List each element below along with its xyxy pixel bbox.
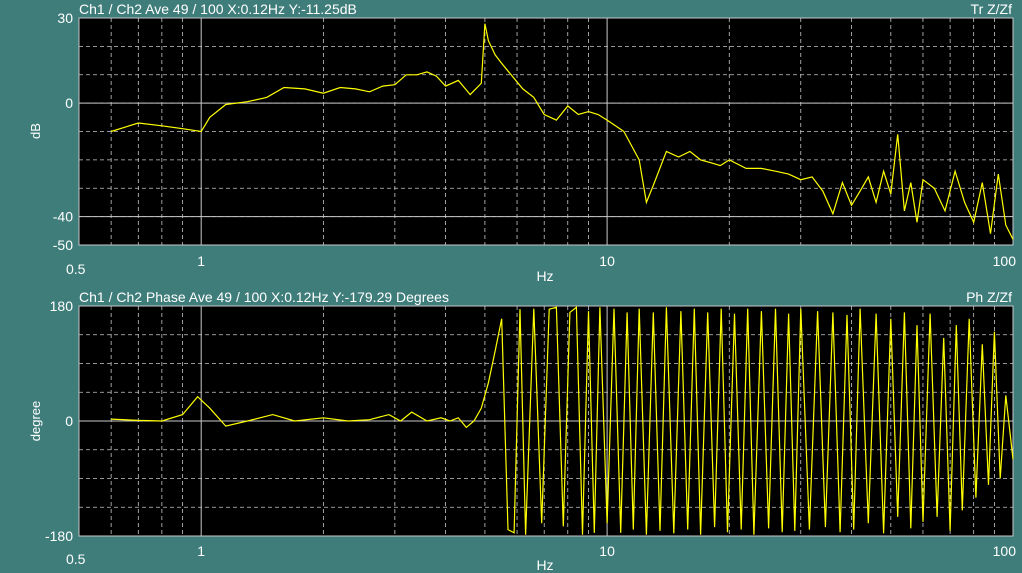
magnitude-panel: Ch1 / Ch2 Ave 49 / 100 X:0.12Hz Y:-11.25… xyxy=(28,1,1016,284)
x-tick-label: 100 xyxy=(993,253,1017,269)
x-tick-label: 1 xyxy=(197,543,205,559)
y-tick-label: 180 xyxy=(50,298,74,314)
phase-panel: Ch1 / Ch2 Phase Ave 49 / 100 X:0.12Hz Y:… xyxy=(28,289,1016,573)
phase-mode-label: Ph Z/Zf xyxy=(966,289,1012,305)
phase-y-ticks: 180 0 -180 xyxy=(45,298,73,544)
magnitude-x-axis-label: Hz xyxy=(536,268,553,284)
y-tick-label: -50 xyxy=(53,237,73,253)
x-tick-label: 0.5 xyxy=(66,261,86,277)
x-tick-label: 100 xyxy=(993,543,1017,559)
y-tick-label: -180 xyxy=(45,528,73,544)
phase-title: Ch1 / Ch2 Phase Ave 49 / 100 X:0.12Hz Y:… xyxy=(79,289,449,305)
y-tick-label: 30 xyxy=(57,10,73,26)
phase-y-axis-label: degree xyxy=(28,401,43,441)
frequency-response-display: Ch1 / Ch2 Ave 49 / 100 X:0.12Hz Y:-11.25… xyxy=(28,1,1016,573)
y-tick-label: 0 xyxy=(65,413,73,429)
x-tick-label: 1 xyxy=(197,253,205,269)
y-tick-label: 0 xyxy=(65,95,73,111)
magnitude-y-axis-label: dB xyxy=(28,123,43,139)
phase-x-axis-label: Hz xyxy=(536,557,553,573)
x-tick-label: 0.5 xyxy=(66,551,86,567)
x-tick-label: 10 xyxy=(599,253,615,269)
magnitude-title: Ch1 / Ch2 Ave 49 / 100 X:0.12Hz Y:-11.25… xyxy=(79,1,357,17)
y-tick-label: -40 xyxy=(53,209,73,225)
magnitude-mode-label: Tr Z/Zf xyxy=(971,1,1013,17)
magnitude-y-ticks: 30 0 -40 -50 xyxy=(53,10,73,253)
x-tick-label: 10 xyxy=(599,543,615,559)
